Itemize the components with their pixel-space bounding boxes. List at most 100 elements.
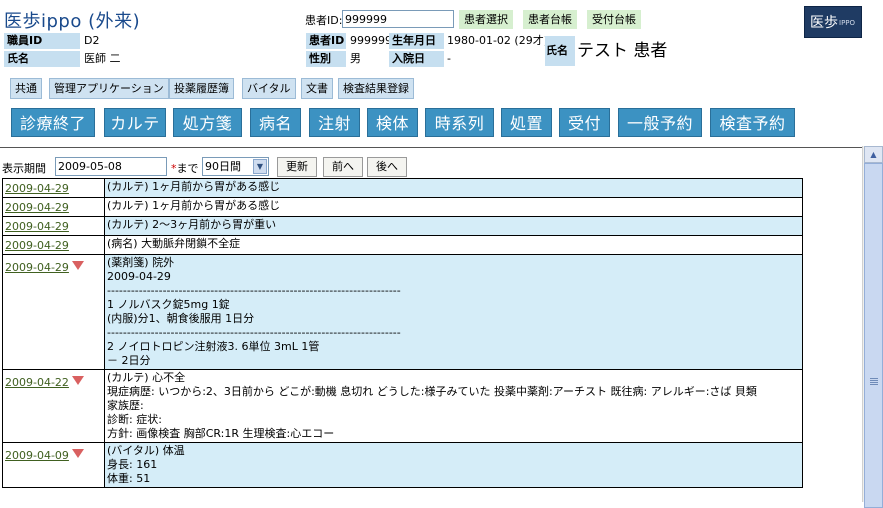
record-line: 身長: 161: [107, 458, 158, 471]
update-button[interactable]: 更新: [277, 157, 317, 177]
date-cell: 2009-04-09: [2, 442, 105, 488]
record-line: 現症病歴: いつから:2、3日前から どこが:動機 息切れ どうした:様子みてい…: [107, 385, 757, 398]
sub-nav-lab-results[interactable]: 検査結果登録: [338, 78, 414, 99]
next-button[interactable]: 後へ: [367, 157, 407, 177]
record-line: (カルテ) 1ヶ月前から胃がある感じ: [107, 180, 281, 193]
app-logo: 医歩IPPO: [804, 6, 862, 38]
patient-id-input[interactable]: [342, 10, 454, 28]
content-cell: (病名) 大動脈弁閉鎖不全症: [104, 235, 803, 255]
patient-name-value: テスト 患者: [577, 41, 668, 61]
admit-value: -: [447, 52, 451, 65]
sub-nav-admin-app[interactable]: 管理アプリケーション: [49, 78, 169, 99]
staff-id-value: D2: [84, 34, 100, 47]
logo-text: 医歩: [810, 15, 838, 31]
sub-nav-document[interactable]: 文書: [301, 78, 333, 99]
record-line: － 2日分: [107, 354, 151, 367]
staff-name-value: 医師 二: [84, 52, 121, 65]
sub-nav-vital[interactable]: バイタル: [242, 78, 296, 99]
collapse-triangle-icon[interactable]: [71, 261, 84, 270]
patient-id-value: 999999: [350, 34, 392, 47]
app-title: 医歩ippo (外来): [4, 11, 141, 32]
table-row: 2009-04-29 (カルテ) 1ヶ月前から胃がある感じ: [2, 197, 803, 217]
main-nav-injection[interactable]: 注射: [309, 108, 360, 137]
main-nav-timeline[interactable]: 時系列: [425, 108, 494, 137]
period-label: 表示期間: [2, 162, 46, 175]
sub-nav-common[interactable]: 共通: [10, 78, 42, 99]
table-row: 2009-04-29 (薬剤箋) 院外 2009-04-29 ---------…: [2, 254, 803, 370]
chevron-down-icon[interactable]: ▼: [253, 159, 267, 174]
collapse-triangle-icon[interactable]: [71, 376, 84, 385]
date-link[interactable]: 2009-04-09: [5, 449, 69, 462]
content-cell: (カルテ) 1ヶ月前から胃がある感じ: [104, 197, 803, 217]
record-line: 方針: 画像検査 胸部CR:1R 生理検査:心エコー: [107, 427, 335, 440]
content-cell: (カルテ) 1ヶ月前から胃がある感じ: [104, 178, 803, 198]
date-cell: 2009-04-29: [2, 216, 105, 236]
patient-name-label: 氏名: [545, 36, 575, 66]
main-nav-karte[interactable]: カルテ: [104, 108, 166, 137]
scrollbar-thumb[interactable]: [864, 163, 883, 508]
until-label: *まで: [171, 160, 199, 176]
table-row: 2009-04-09 (バイタル) 体温 身長: 161 体重: 51: [2, 442, 803, 488]
main-nav-general-appointment[interactable]: 一般予約: [618, 108, 702, 137]
period-date-input[interactable]: [55, 157, 167, 176]
staff-name-label: 氏名: [4, 51, 80, 67]
staff-id-label: 職員ID: [4, 33, 80, 49]
record-line: (病名) 大動脈弁閉鎖不全症: [107, 237, 241, 250]
record-separator: ----------------------------------------…: [107, 284, 401, 297]
content-cell: (カルテ) 心不全 現症病歴: いつから:2、3日前から どこが:動機 息切れ …: [104, 369, 803, 443]
admit-label: 入院日: [389, 51, 444, 67]
vertical-scrollbar[interactable]: ▲: [862, 146, 883, 508]
main-nav-reception[interactable]: 受付: [559, 108, 610, 137]
date-link[interactable]: 2009-04-22: [5, 376, 69, 389]
range-select[interactable]: 90日間 ▼: [202, 157, 269, 176]
record-line: (バイタル) 体温: [107, 444, 185, 457]
reception-ledger-button[interactable]: 受付台帳: [587, 10, 641, 29]
grip-icon: [870, 378, 878, 379]
date-link[interactable]: 2009-04-29: [5, 201, 69, 214]
record-line: (カルテ) 1ヶ月前から胃がある感じ: [107, 199, 281, 212]
record-line: 2 ノイロトロピン注射液3. 6単位 3mL 1管: [107, 340, 320, 353]
patient-select-button[interactable]: 患者選択: [459, 10, 513, 29]
main-nav-prescription[interactable]: 処方箋: [173, 108, 242, 137]
table-row: 2009-04-22 (カルテ) 心不全 現症病歴: いつから:2、3日前から …: [2, 369, 803, 443]
record-line: (薬剤箋) 院外: [107, 256, 175, 269]
content-cell: (バイタル) 体温 身長: 161 体重: 51: [104, 442, 803, 488]
birth-value: 1980-01-02 (29才): [447, 34, 549, 47]
header-divider: [0, 147, 862, 148]
sub-nav-medication-history[interactable]: 投薬履歴簿: [169, 78, 234, 99]
date-cell: 2009-04-29: [2, 197, 105, 217]
birth-label: 生年月日: [389, 33, 444, 49]
range-select-value: 90日間: [205, 160, 241, 173]
prev-button[interactable]: 前へ: [323, 157, 363, 177]
sex-value: 男: [350, 52, 361, 65]
main-nav-treatment[interactable]: 処置: [501, 108, 552, 137]
record-line: 家族歴:: [107, 399, 144, 412]
date-cell: 2009-04-29: [2, 254, 105, 370]
record-line: 2009-04-29: [107, 270, 171, 283]
record-line: 体重: 51: [107, 472, 151, 485]
record-line: 診断: 症状:: [107, 413, 162, 426]
date-link[interactable]: 2009-04-29: [5, 220, 69, 233]
table-row: 2009-04-29 (病名) 大動脈弁閉鎖不全症: [2, 235, 803, 255]
patient-id-input-label: 患者ID:: [305, 14, 343, 27]
sex-label: 性別: [306, 51, 346, 67]
record-line: 1 ノルバスク錠5mg 1錠: [107, 298, 230, 311]
main-nav-finish-consultation[interactable]: 診療終了: [11, 108, 95, 137]
content-cell: (薬剤箋) 院外 2009-04-29 --------------------…: [104, 254, 803, 370]
date-link[interactable]: 2009-04-29: [5, 182, 69, 195]
collapse-triangle-icon[interactable]: [71, 449, 84, 458]
patient-ledger-button[interactable]: 患者台帳: [523, 10, 577, 29]
main-nav-exam-appointment[interactable]: 検査予約: [710, 108, 795, 137]
scroll-up-icon[interactable]: ▲: [864, 146, 883, 163]
record-separator: ----------------------------------------…: [107, 326, 401, 339]
date-link[interactable]: 2009-04-29: [5, 239, 69, 252]
main-nav-disease[interactable]: 病名: [250, 108, 301, 137]
date-cell: 2009-04-29: [2, 178, 105, 198]
record-line: (カルテ) 2～3ヶ月前から胃が重い: [107, 218, 277, 231]
date-link[interactable]: 2009-04-29: [5, 261, 69, 274]
main-nav-specimen[interactable]: 検体: [367, 108, 418, 137]
record-line: (内服)分1、朝食後服用 1日分: [107, 312, 255, 325]
until-text: まで: [176, 162, 199, 175]
patient-id-label: 患者ID: [306, 33, 346, 49]
logo-subtext: IPPO: [839, 19, 856, 27]
